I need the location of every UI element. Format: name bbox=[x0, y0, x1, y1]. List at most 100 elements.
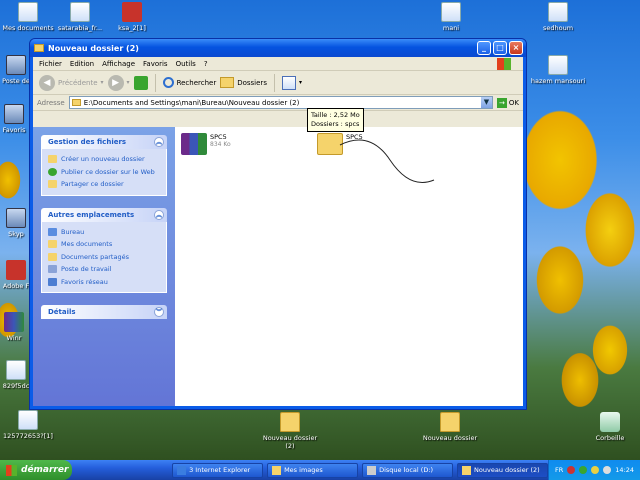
address-label: Adresse bbox=[37, 98, 65, 107]
system-tray: FR 14:24 bbox=[548, 460, 640, 480]
documents-icon bbox=[48, 240, 57, 249]
computer-icon bbox=[6, 55, 26, 75]
computer-icon bbox=[48, 265, 57, 274]
window-titlebar[interactable]: Nouveau dossier (2) _ □ × bbox=[30, 39, 526, 57]
language-indicator[interactable]: FR bbox=[555, 466, 563, 474]
clock: 14:24 bbox=[615, 466, 635, 474]
go-arrow-icon: → bbox=[496, 97, 507, 108]
document-icon bbox=[18, 410, 38, 430]
other-places-header[interactable]: Autres emplacements ︽ bbox=[41, 207, 167, 222]
desktop-icon-sedhoum[interactable]: sedhoum bbox=[530, 2, 586, 32]
back-arrow-icon: ◀ bbox=[39, 74, 55, 91]
go-button[interactable]: → OK bbox=[496, 97, 519, 108]
desktop-icon-hazem[interactable]: hazem mansouri bbox=[530, 55, 586, 85]
drawn-annotation-line bbox=[339, 139, 435, 183]
taskbar-item-disk[interactable]: Disque local (D:) bbox=[362, 462, 454, 478]
task-new-folder[interactable]: Créer un nouveau dossier bbox=[48, 153, 160, 166]
desktop-icon-image[interactable]: 125772653?[1] bbox=[0, 410, 56, 440]
address-bar: Adresse E:\Documents and Settings\mani\B… bbox=[33, 95, 523, 111]
windows-logo-icon bbox=[6, 464, 17, 476]
file-item-rar[interactable]: SPC5 834 Ko bbox=[181, 133, 231, 155]
views-button[interactable]: ▾ bbox=[281, 75, 302, 90]
share-folder-icon bbox=[48, 180, 57, 189]
document-icon bbox=[548, 55, 568, 75]
chevron-down-icon[interactable]: ▼ bbox=[480, 97, 492, 108]
forward-arrow-icon: ▶ bbox=[107, 74, 124, 91]
document-icon bbox=[70, 2, 90, 22]
desktop-icon-mani[interactable]: mani bbox=[423, 2, 479, 32]
taskbar: démarrer 3 Internet Explorer Mes images … bbox=[0, 460, 640, 480]
tray-icon[interactable] bbox=[579, 466, 588, 474]
desktop-icon-ksa[interactable]: ksa_2[1] bbox=[104, 2, 160, 32]
folders-icon bbox=[220, 77, 235, 88]
place-my-computer[interactable]: Poste de travail bbox=[48, 263, 160, 276]
minimize-button[interactable]: _ bbox=[477, 41, 491, 55]
new-folder-icon bbox=[48, 155, 57, 164]
winrar-icon bbox=[4, 312, 24, 332]
menu-affichage[interactable]: Affichage bbox=[102, 60, 135, 68]
close-button[interactable]: × bbox=[509, 41, 523, 55]
up-folder-icon[interactable] bbox=[133, 75, 148, 90]
document-icon bbox=[548, 2, 568, 22]
file-tasks-panel: Gestion des fichiers ︽ Créer un nouveau … bbox=[41, 135, 167, 196]
desktop-icon-nouveau-dossier[interactable]: Nouveau dossier bbox=[422, 412, 478, 442]
skype-icon bbox=[6, 208, 26, 228]
start-button[interactable]: démarrer bbox=[0, 460, 73, 480]
chevron-up-icon[interactable]: ︽ bbox=[154, 209, 164, 220]
folder-icon bbox=[440, 412, 460, 432]
place-shared-documents[interactable]: Documents partagés bbox=[48, 251, 160, 264]
place-my-documents[interactable]: Mes documents bbox=[48, 238, 160, 251]
menu-favoris[interactable]: Favoris bbox=[143, 60, 168, 68]
other-places-panel: Autres emplacements ︽ Bureau Mes documen… bbox=[41, 207, 167, 293]
taskbar-item-nouveau-dossier[interactable]: Nouveau dossier (2) bbox=[457, 462, 549, 478]
toolbar: ◀ Précédente ▾ ▶ ▾ Rechercher Dossiers ▾ bbox=[33, 71, 523, 95]
menu-outils[interactable]: Outils bbox=[176, 60, 196, 68]
folder-icon bbox=[280, 412, 300, 432]
recycle-bin-icon bbox=[600, 412, 620, 432]
tray-icon[interactable] bbox=[591, 466, 600, 474]
network-icon bbox=[48, 277, 57, 286]
search-button[interactable]: Rechercher bbox=[162, 77, 216, 88]
desktop-icon-satarabia[interactable]: satarabia_fr... bbox=[52, 2, 108, 32]
folder-icon bbox=[34, 44, 44, 52]
back-button[interactable]: ◀ Précédente ▾ bbox=[39, 74, 104, 91]
document-icon bbox=[441, 2, 461, 22]
menu-bar: Fichier Edition Affichage Favoris Outils… bbox=[33, 57, 523, 71]
explorer-window: Nouveau dossier (2) _ □ × Fichier Editio… bbox=[29, 38, 527, 410]
desktop-icon-my-documents[interactable]: Mes documents bbox=[0, 2, 56, 32]
address-input[interactable]: E:\Documents and Settings\mani\Bureau\No… bbox=[68, 96, 493, 109]
drive-icon bbox=[367, 465, 377, 475]
details-header[interactable]: Détails ︾ bbox=[41, 305, 167, 319]
task-pane: Gestion des fichiers ︽ Créer un nouveau … bbox=[33, 127, 175, 406]
menu-help[interactable]: ? bbox=[204, 60, 208, 68]
desktop-icon-recycle-bin[interactable]: Corbeille bbox=[582, 412, 638, 442]
folders-button[interactable]: Dossiers bbox=[220, 77, 267, 88]
chevron-up-icon[interactable]: ︽ bbox=[154, 137, 164, 147]
desktop-icon-nouveau-dossier-2[interactable]: Nouveau dossier (2) bbox=[262, 412, 318, 450]
ie-icon bbox=[177, 465, 187, 475]
task-share-folder[interactable]: Partager ce dossier bbox=[48, 178, 160, 191]
folder-icon bbox=[272, 465, 282, 475]
views-icon bbox=[281, 75, 296, 90]
place-network[interactable]: Favoris réseau bbox=[48, 276, 160, 289]
shared-folder-icon bbox=[48, 252, 57, 261]
windows-logo-icon bbox=[497, 58, 511, 70]
taskbar-item-images[interactable]: Mes images bbox=[267, 462, 359, 478]
volume-icon[interactable] bbox=[603, 466, 612, 474]
documents-icon bbox=[18, 2, 38, 22]
tray-icon[interactable] bbox=[567, 466, 576, 474]
chevron-down-icon[interactable]: ︾ bbox=[154, 307, 164, 317]
file-tasks-header[interactable]: Gestion des fichiers ︽ bbox=[41, 135, 167, 149]
taskbar-item-ie[interactable]: 3 Internet Explorer bbox=[172, 462, 264, 478]
winrar-archive-icon bbox=[181, 133, 207, 155]
details-panel: Détails ︾ bbox=[41, 305, 167, 319]
place-bureau[interactable]: Bureau bbox=[48, 226, 160, 239]
forward-button[interactable]: ▶ ▾ bbox=[107, 74, 130, 91]
menu-fichier[interactable]: Fichier bbox=[39, 60, 62, 68]
globe-icon bbox=[48, 167, 57, 176]
task-publish-web[interactable]: Publier ce dossier sur le Web bbox=[48, 166, 160, 179]
document-icon bbox=[122, 2, 142, 22]
search-icon bbox=[162, 77, 174, 88]
maximize-button[interactable]: □ bbox=[493, 41, 507, 55]
menu-edition[interactable]: Edition bbox=[70, 60, 94, 68]
